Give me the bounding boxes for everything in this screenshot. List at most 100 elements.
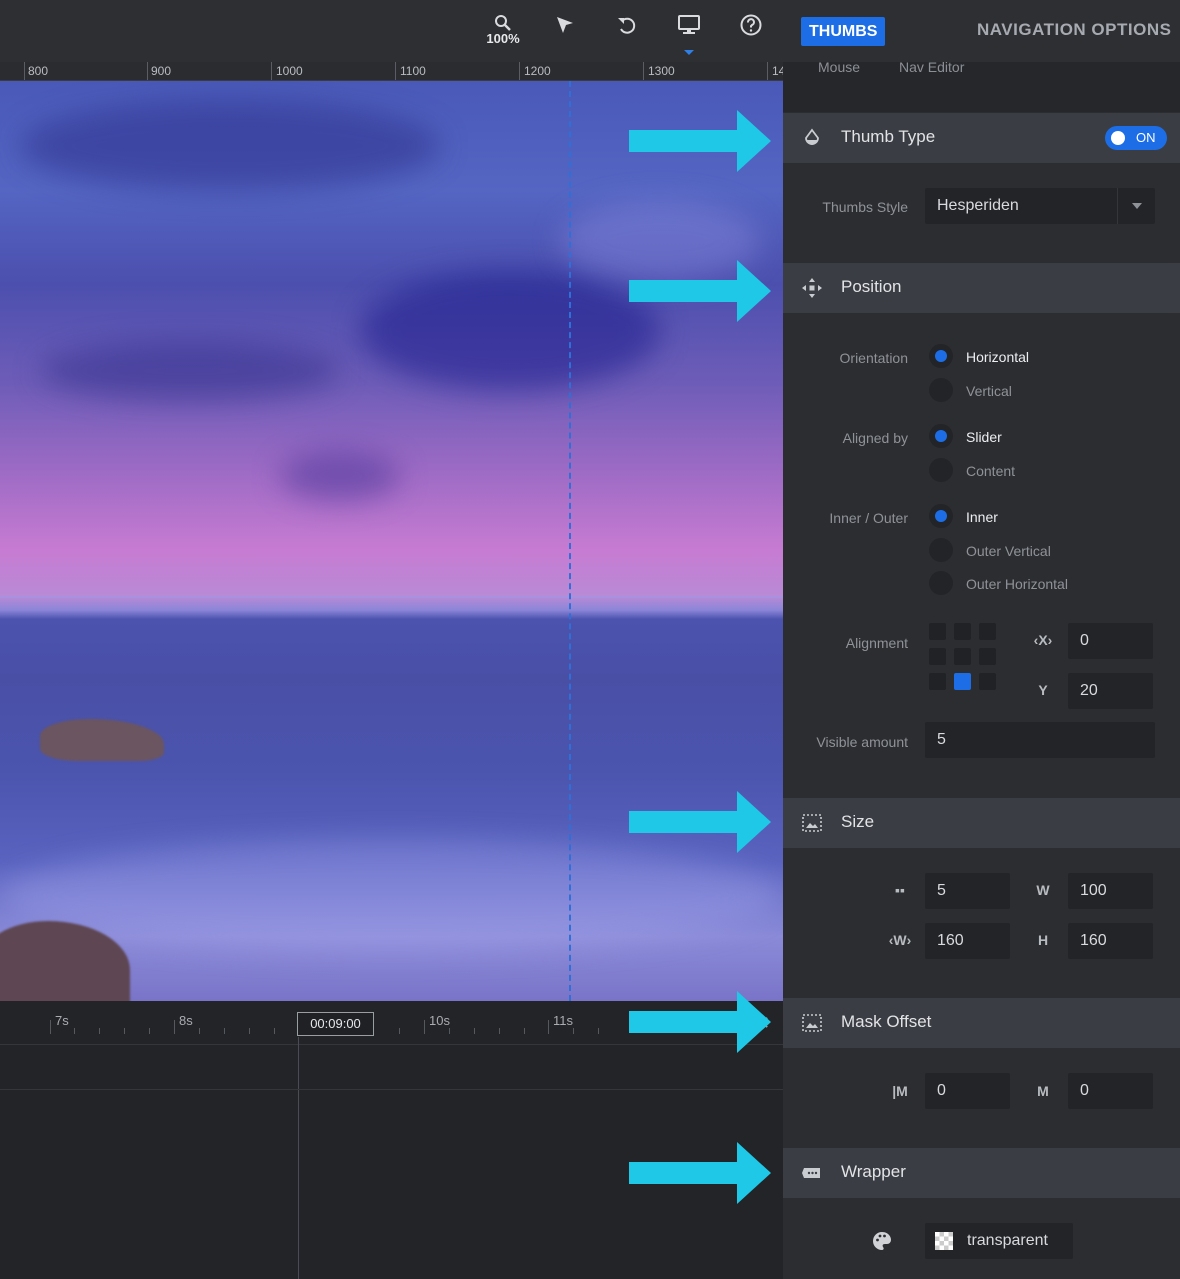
aligned-by-label: Aligned by — [842, 430, 908, 446]
timeline-label: 11s — [553, 1013, 573, 1028]
section-wrapper[interactable]: Wrapper — [783, 1148, 1180, 1198]
align-top-right[interactable] — [979, 623, 996, 640]
align-top-left[interactable] — [929, 623, 946, 640]
timeline-tick — [50, 1020, 51, 1034]
device-desktop-tool[interactable] — [669, 14, 709, 54]
slide-canvas-seascape-image[interactable] — [0, 81, 783, 1001]
transparent-swatch — [935, 1232, 953, 1250]
align-bottom-right[interactable] — [979, 673, 996, 690]
wrapper-color-picker[interactable]: transparent — [925, 1223, 1073, 1259]
panel-tabbar: THUMBS NAVIGATION OPTIONS — [783, 0, 1180, 62]
zoom-tool[interactable]: 100% — [483, 14, 523, 54]
radio-label: Outer Vertical — [966, 543, 1051, 559]
wrapper-color-value: transparent — [967, 1232, 1048, 1249]
navigation-settings-panel: THUMBS NAVIGATION OPTIONS Mouse Nav Edit… — [783, 0, 1180, 1279]
timeline-tick — [174, 1020, 175, 1034]
section-position[interactable]: Position — [783, 263, 1180, 313]
rock-shape — [40, 719, 164, 761]
timeline-playhead[interactable] — [298, 1037, 299, 1279]
section-size[interactable]: Size — [783, 798, 1180, 848]
ruler-label: 1200 — [524, 64, 551, 78]
radio-label: Outer Horizontal — [966, 576, 1068, 592]
radio-horizontal[interactable] — [929, 344, 953, 368]
toggle-knob — [1111, 131, 1125, 145]
image-frame-icon — [802, 814, 822, 832]
ruler-tick — [519, 62, 520, 80]
ruler-tick — [643, 62, 644, 80]
timeline-tick — [99, 1028, 100, 1034]
x-offset-input[interactable]: 0 — [1068, 623, 1153, 659]
align-top-center[interactable] — [954, 623, 971, 640]
radio-content[interactable] — [929, 458, 953, 482]
cloud-shape — [360, 271, 660, 391]
timeline-tick — [573, 1028, 574, 1034]
annotation-arrow-icon — [629, 991, 771, 1053]
horizontal-ruler: 800 900 1000 1100 1200 1300 14 — [0, 62, 783, 81]
thumb-height-input[interactable]: 160 — [1068, 923, 1153, 959]
tab-thumbs[interactable]: THUMBS — [801, 17, 886, 46]
subtab-mouse[interactable]: Mouse — [818, 59, 860, 75]
image-frame-icon — [802, 1014, 822, 1032]
mask-top-icon: M — [1037, 1083, 1049, 1099]
radio-label: Content — [966, 463, 1016, 479]
active-device-caret — [684, 50, 694, 55]
timeline-tick — [474, 1028, 475, 1034]
toggle-label: ON — [1136, 130, 1156, 145]
thumb-gap-input[interactable]: 5 — [925, 873, 1010, 909]
thumbs-style-select[interactable]: Hesperiden — [925, 188, 1155, 224]
undo-tool[interactable] — [607, 14, 647, 54]
cloud-shape — [20, 101, 440, 191]
section-thumb-type[interactable]: Thumb Type ON — [783, 113, 1180, 163]
thumb-height-value: 160 — [1080, 932, 1107, 949]
tab-navigation-options[interactable]: NAVIGATION OPTIONS — [977, 20, 1171, 40]
mask-top-input[interactable]: 0 — [1068, 1073, 1153, 1109]
alignment-label: Alignment — [845, 635, 908, 651]
ruler-label: 14 — [772, 64, 783, 78]
radio-outer-horizontal[interactable] — [929, 571, 953, 595]
radio-outer-vertical[interactable] — [929, 538, 953, 562]
thumb-width-value: 160 — [937, 932, 964, 949]
subtab-nav-editor[interactable]: Nav Editor — [899, 59, 964, 75]
section-title: Thumb Type — [841, 127, 936, 146]
align-bottom-left[interactable] — [929, 673, 946, 690]
align-middle-right[interactable] — [979, 648, 996, 665]
radio-vertical[interactable] — [929, 378, 953, 402]
timeline-tick — [548, 1020, 549, 1034]
inner-outer-label: Inner / Outer — [829, 510, 908, 526]
desktop-monitor-icon — [678, 15, 700, 34]
x-offset-value: 0 — [1080, 632, 1089, 649]
wrapper-width-input[interactable]: 100 — [1068, 873, 1153, 909]
visible-amount-input[interactable]: 5 — [925, 722, 1155, 758]
section-title: Mask Offset — [841, 1012, 932, 1031]
section-title: Size — [841, 812, 875, 831]
mask-left-input[interactable]: 0 — [925, 1073, 1010, 1109]
current-time-display[interactable]: 00:09:00 — [297, 1012, 374, 1036]
help-tool[interactable] — [731, 14, 771, 54]
move-arrows-icon — [802, 278, 822, 298]
vertical-guide-line[interactable] — [569, 81, 571, 1001]
timeline-tick — [224, 1028, 225, 1034]
ruler-label: 800 — [28, 64, 49, 78]
chevron-down-icon[interactable] — [1117, 188, 1155, 224]
undo-icon — [618, 17, 636, 34]
select-tool[interactable] — [545, 14, 585, 54]
align-bottom-center[interactable] — [954, 673, 971, 690]
radio-inner[interactable] — [929, 504, 953, 528]
ruler-tick — [147, 62, 148, 80]
timeline-label: 10s — [429, 1013, 450, 1028]
timeline-tick — [149, 1028, 150, 1034]
thumb-width-input[interactable]: 160 — [925, 923, 1010, 959]
align-middle-center[interactable] — [954, 648, 971, 665]
y-offset-value: 20 — [1080, 682, 1098, 699]
radio-slider[interactable] — [929, 424, 953, 448]
section-mask-offset[interactable]: Mask Offset — [783, 998, 1180, 1048]
y-offset-input[interactable]: 20 — [1068, 673, 1153, 709]
align-middle-left[interactable] — [929, 648, 946, 665]
drop-icon — [805, 128, 819, 145]
visible-amount-value: 5 — [937, 731, 946, 748]
thumb-gap-value: 5 — [937, 882, 946, 899]
thumb-type-toggle[interactable]: ON — [1105, 126, 1167, 150]
timeline-tick — [199, 1028, 200, 1034]
wrapper-tag-icon — [802, 1168, 820, 1178]
radio-label: Vertical — [966, 383, 1012, 399]
